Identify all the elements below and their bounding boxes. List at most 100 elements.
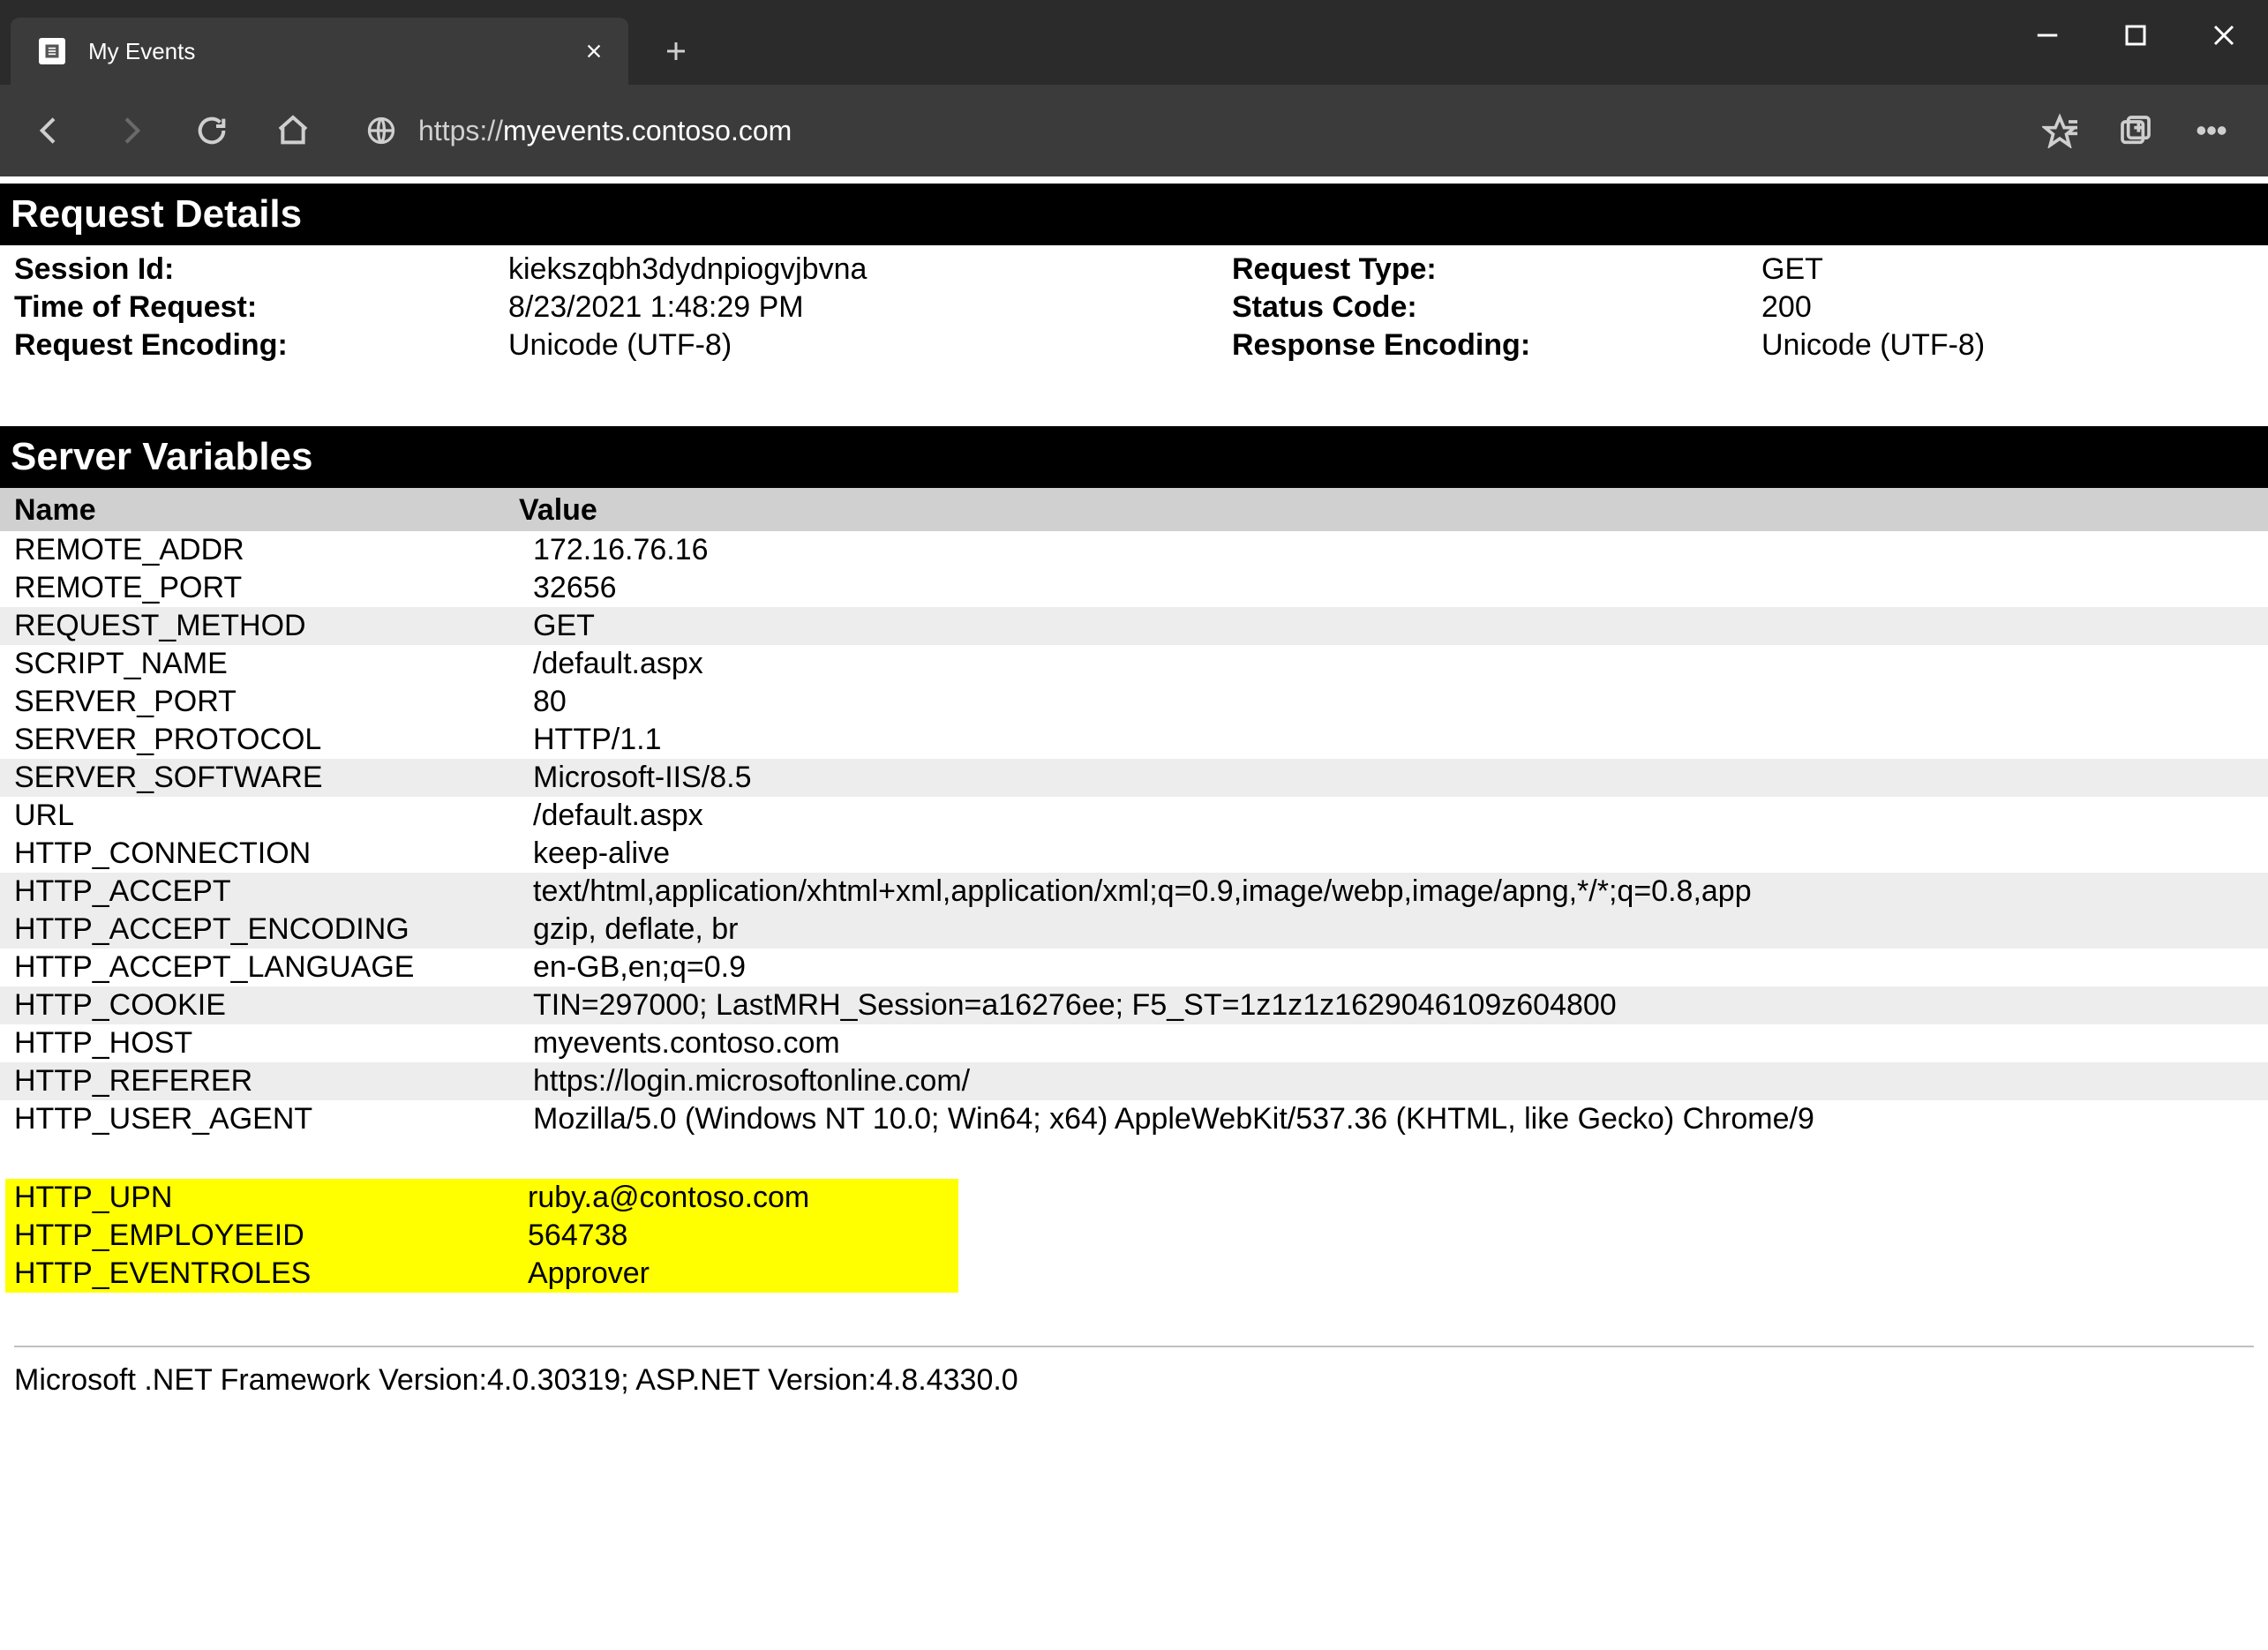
browser-chrome: My Events https://myevents.contoso.com — [0, 0, 2268, 176]
var-name: URL — [0, 797, 519, 835]
var-name: REQUEST_METHOD — [0, 607, 519, 645]
label-response-encoding: Response Encoding: — [1218, 326, 1747, 364]
var-value: HTTP/1.1 — [519, 721, 2268, 759]
var-name: HTTP_EVENTROLES — [5, 1255, 519, 1293]
value-status-code: 200 — [1747, 289, 2268, 326]
column-header-name: Name — [0, 493, 519, 528]
label-status-code: Status Code: — [1218, 289, 1747, 326]
var-value: 564738 — [519, 1217, 958, 1255]
table-row: SCRIPT_NAME/default.aspx — [0, 645, 2268, 683]
highlighted-variables-table: HTTP_UPNruby.a@contoso.comHTTP_EMPLOYEEI… — [5, 1179, 958, 1293]
value-request-encoding: Unicode (UTF-8) — [494, 326, 1218, 364]
table-row: REMOTE_PORT32656 — [0, 569, 2268, 607]
refresh-button[interactable] — [189, 108, 235, 154]
column-header-value: Value — [519, 493, 597, 528]
label-time-of-request: Time of Request: — [0, 289, 494, 326]
site-identity-icon[interactable] — [365, 115, 397, 146]
var-name: HTTP_ACCEPT_LANGUAGE — [0, 949, 519, 986]
table-row: SERVER_PROTOCOLHTTP/1.1 — [0, 721, 2268, 759]
favorites-button[interactable] — [2039, 109, 2081, 152]
var-name: HTTP_UPN — [5, 1179, 519, 1217]
request-details-header: Request Details — [0, 184, 2268, 245]
browser-tab[interactable]: My Events — [11, 18, 628, 85]
value-session-id: kiekszqbh3dydnpiogvjbvna — [494, 251, 1218, 289]
var-name: HTTP_ACCEPT_ENCODING — [0, 911, 519, 949]
var-name: SERVER_SOFTWARE — [0, 759, 519, 797]
var-name: SERVER_PORT — [0, 683, 519, 721]
var-value: en-GB,en;q=0.9 — [519, 949, 2268, 986]
home-button[interactable] — [270, 108, 316, 154]
tab-close-button[interactable] — [584, 41, 604, 61]
collections-button[interactable] — [2114, 109, 2157, 152]
window-controls — [2003, 0, 2268, 71]
var-name: REMOTE_PORT — [0, 569, 519, 607]
var-value: 32656 — [519, 569, 2268, 607]
url-host: myevents.contoso.com — [503, 115, 792, 146]
value-request-type: GET — [1747, 251, 2268, 289]
var-value: Mozilla/5.0 (Windows NT 10.0; Win64; x64… — [519, 1100, 2268, 1138]
table-row: HTTP_COOKIETIN=297000; LastMRH_Session=a… — [0, 986, 2268, 1024]
table-row: HTTP_UPNruby.a@contoso.com — [5, 1179, 958, 1217]
address-bar[interactable]: https://myevents.contoso.com — [351, 99, 2003, 162]
var-name: HTTP_HOST — [0, 1024, 519, 1062]
window-close-button[interactable] — [2180, 0, 2268, 71]
var-value: text/html,application/xhtml+xml,applicat… — [519, 873, 2268, 911]
var-name: HTTP_EMPLOYEEID — [5, 1217, 519, 1255]
var-value: GET — [519, 607, 2268, 645]
table-row: SERVER_SOFTWAREMicrosoft-IIS/8.5 — [0, 759, 2268, 797]
label-request-type: Request Type: — [1218, 251, 1747, 289]
tab-bar: My Events — [0, 0, 2268, 85]
var-name: HTTP_USER_AGENT — [0, 1100, 519, 1138]
value-time-of-request: 8/23/2021 1:48:29 PM — [494, 289, 1218, 326]
var-value: gzip, deflate, br — [519, 911, 2268, 949]
toolbar-right — [2039, 109, 2233, 152]
var-value: 172.16.76.16 — [519, 531, 2268, 569]
back-button[interactable] — [26, 108, 72, 154]
request-details-table: Session Id: kiekszqbh3dydnpiogvjbvna Req… — [0, 251, 2268, 364]
browser-toolbar: https://myevents.contoso.com — [0, 85, 2268, 176]
label-session-id: Session Id: — [0, 251, 494, 289]
table-row: HTTP_CONNECTIONkeep-alive — [0, 835, 2268, 873]
server-variables-header: Server Variables — [0, 426, 2268, 488]
divider — [14, 1346, 2254, 1347]
var-name: HTTP_CONNECTION — [0, 835, 519, 873]
var-name: SCRIPT_NAME — [0, 645, 519, 683]
url-text: https://myevents.contoso.com — [418, 115, 792, 147]
more-button[interactable] — [2190, 109, 2233, 152]
highlighted-variables: HTTP_UPNruby.a@contoso.comHTTP_EMPLOYEEI… — [5, 1179, 958, 1293]
new-tab-button[interactable] — [650, 25, 702, 78]
window-maximize-button[interactable] — [2092, 0, 2180, 71]
table-row: HTTP_ACCEPT_ENCODINGgzip, deflate, br — [0, 911, 2268, 949]
label-request-encoding: Request Encoding: — [0, 326, 494, 364]
var-value: /default.aspx — [519, 645, 2268, 683]
table-row: HTTP_EMPLOYEEID564738 — [5, 1217, 958, 1255]
tab-title: My Events — [88, 38, 561, 65]
var-value: Approver — [519, 1255, 958, 1293]
forward-button[interactable] — [108, 108, 154, 154]
footer-text: Microsoft .NET Framework Version:4.0.303… — [0, 1360, 2268, 1433]
value-response-encoding: Unicode (UTF-8) — [1747, 326, 2268, 364]
var-value: keep-alive — [519, 835, 2268, 873]
table-row: HTTP_ACCEPT_LANGUAGEen-GB,en;q=0.9 — [0, 949, 2268, 986]
table-row: HTTP_EVENTROLESApprover — [5, 1255, 958, 1293]
table-row: HTTP_REFERERhttps://login.microsoftonlin… — [0, 1062, 2268, 1100]
var-value: 80 — [519, 683, 2268, 721]
var-name: HTTP_ACCEPT — [0, 873, 519, 911]
var-name: HTTP_REFERER — [0, 1062, 519, 1100]
table-row: REQUEST_METHODGET — [0, 607, 2268, 645]
page-content: Request Details Session Id: kiekszqbh3dy… — [0, 176, 2268, 1433]
var-value: /default.aspx — [519, 797, 2268, 835]
var-value: Microsoft-IIS/8.5 — [519, 759, 2268, 797]
var-value: myevents.contoso.com — [519, 1024, 2268, 1062]
window-minimize-button[interactable] — [2003, 0, 2092, 71]
server-variables-table: REMOTE_ADDR172.16.76.16REMOTE_PORT32656R… — [0, 531, 2268, 1138]
var-value: https://login.microsoftonline.com/ — [519, 1062, 2268, 1100]
var-value: ruby.a@contoso.com — [519, 1179, 958, 1217]
var-name: REMOTE_ADDR — [0, 531, 519, 569]
table-row: HTTP_ACCEPTtext/html,application/xhtml+x… — [0, 873, 2268, 911]
table-row: REMOTE_ADDR172.16.76.16 — [0, 531, 2268, 569]
table-row: SERVER_PORT80 — [0, 683, 2268, 721]
table-row: HTTP_HOSTmyevents.contoso.com — [0, 1024, 2268, 1062]
table-row: HTTP_USER_AGENTMozilla/5.0 (Windows NT 1… — [0, 1100, 2268, 1138]
table-row: URL/default.aspx — [0, 797, 2268, 835]
